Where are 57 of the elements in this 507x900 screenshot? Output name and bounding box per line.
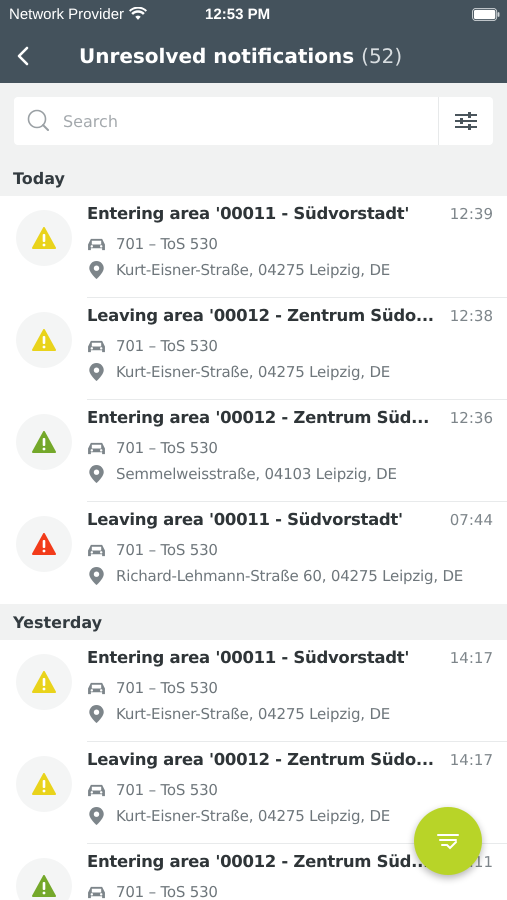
notification-time: 14:17 [450, 649, 493, 667]
notification-time: 12:39 [450, 205, 493, 223]
vehicle-name: 701 – ToS 530 [116, 679, 218, 697]
vehicle-name: 701 – ToS 530 [116, 541, 218, 559]
search-field[interactable]: Search [14, 97, 439, 145]
screen-title: Unresolved notifications [79, 44, 354, 68]
notification-title: Entering area '00012 - Zentrum Süd... [87, 408, 430, 427]
notification-time: 12:38 [450, 307, 493, 325]
car-icon [87, 338, 106, 354]
back-icon[interactable] [17, 46, 29, 66]
address-text: Kurt-Eisner-Straße, 04275 Leipzig, DE [116, 363, 390, 381]
vehicle-name: 701 – ToS 530 [116, 781, 218, 799]
car-icon [87, 236, 106, 252]
notification-title: Leaving area '00012 - Zentrum Südo... [87, 750, 434, 769]
location-pin-icon [87, 705, 106, 723]
car-icon [87, 440, 106, 456]
location-pin-icon [87, 363, 106, 381]
address-text: Kurt-Eisner-Straße, 04275 Leipzig, DE [116, 261, 390, 279]
location-pin-icon [87, 567, 106, 585]
wifi-icon [129, 7, 148, 21]
address-text: Semmelweisstraße, 04103 Leipzig, DE [116, 465, 397, 483]
vehicle-name: 701 – ToS 530 [116, 439, 218, 457]
notification-item[interactable]: Leaving area '00011 - Südvorstadt' 07:44 701 – ToS 530 Richard-Lehmann-Straße 60, 04275 Leipzig, DE [0, 502, 507, 604]
notification-title: Leaving area '00012 - Zentrum Südo... [87, 306, 434, 325]
battery-icon [472, 8, 500, 20]
notification-count: (52) [361, 44, 402, 68]
notification-time: 14:17 [450, 751, 493, 769]
notification-item[interactable]: Entering area '00011 - Südvorstadt' 14:17 701 – ToS 530 Kurt-Eisner-Straße, 04275 Leipzig, DE [0, 640, 507, 742]
notification-title: Entering area '00011 - Südvorstadt' [87, 204, 410, 223]
car-icon [87, 782, 106, 798]
notification-title: Leaving area '00011 - Südvorstadt' [87, 510, 403, 529]
vehicle-name: 701 – ToS 530 [116, 337, 218, 355]
notification-item[interactable]: Leaving area '00012 - Zentrum Südo... 12:38 701 – ToS 530 Kurt-Eisner-Straße, 04275 Leipzig, DE [0, 298, 507, 400]
notification-time: 12:36 [450, 409, 493, 427]
search-icon [27, 109, 51, 133]
address-text: Kurt-Eisner-Straße, 04275 Leipzig, DE [116, 807, 390, 825]
section-header: Yesterday [13, 612, 102, 632]
carrier-name: Network Provider [9, 6, 124, 22]
section-header: Today [13, 168, 65, 188]
car-icon [87, 542, 106, 558]
notification-title: Entering area '00011 - Südvorstadt' [87, 648, 410, 667]
notification-item[interactable]: Entering area '00012 - Zentrum Süd... 12:36 701 – ToS 530 Semmelweisstraße, 04103 Leipzig, DE [0, 400, 507, 502]
location-pin-icon [87, 807, 106, 825]
notification-time: 07:44 [450, 511, 493, 529]
vehicle-name: 701 – ToS 530 [116, 235, 218, 253]
car-icon [87, 680, 106, 696]
address-text: Richard-Lehmann-Straße 60, 04275 Leipzig, DE [116, 567, 464, 585]
notification-item[interactable]: Entering area '00011 - Südvorstadt' 12:39 701 – ToS 530 Kurt-Eisner-Straße, 04275 Leipzig, DE [0, 196, 507, 298]
filter-button[interactable] [439, 97, 493, 145]
address-text: Kurt-Eisner-Straße, 04275 Leipzig, DE [116, 705, 390, 723]
sliders-icon [454, 111, 478, 131]
location-pin-icon [87, 465, 106, 483]
vehicle-name: 701 – ToS 530 [116, 883, 218, 900]
search-input[interactable]: Search [63, 101, 438, 141]
location-pin-icon [87, 261, 106, 279]
list-check-icon [436, 831, 460, 851]
status-time: 12:53 PM [205, 6, 270, 22]
